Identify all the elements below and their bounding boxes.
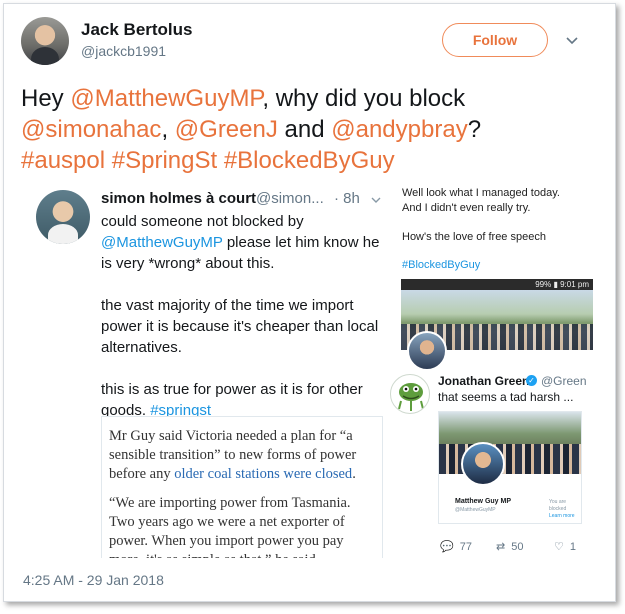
retweet-count: 50 — [511, 541, 524, 553]
tweet-text-segment: , why did you block — [262, 85, 466, 112]
mention-matthewguymp[interactable]: @MatthewGuyMP — [70, 85, 262, 112]
quoted-author-handle: @simon... — [256, 190, 324, 207]
article-text: . — [352, 466, 356, 482]
quoted-paragraph: this is as true for power as it is for o… — [101, 379, 383, 421]
quoted-timestamp: · 8h — [334, 190, 360, 207]
retweet-action: ⇄ 50 — [496, 540, 523, 553]
reply-action: 💬 77 — [440, 540, 472, 553]
tweet-text-segment: , — [161, 116, 175, 143]
reply-avatar — [390, 374, 430, 414]
mention-simonahac[interactable]: @simonahac — [21, 116, 161, 143]
screenshot-hashtag: #BlockedByGuy — [402, 259, 481, 271]
quoted-text: this is as true for power as it is for o… — [101, 381, 363, 419]
hashtag-blockedbyguy[interactable]: #BlockedByGuy — [224, 147, 395, 174]
card-learn-more: Learn more — [549, 513, 575, 519]
card-blocked-line: You are blocked — [549, 499, 567, 512]
article-link: older coal stations were closed — [174, 466, 353, 482]
verified-icon: ✓ — [526, 375, 537, 386]
quoted-paragraph: could someone not blocked by @MatthewGuyM… — [101, 211, 383, 274]
hashtag-springst[interactable]: #SpringSt — [112, 147, 217, 174]
quoted-avatar — [36, 190, 90, 244]
heart-icon: ♡ — [554, 541, 564, 553]
article-paragraph: Mr Guy said Victoria needed a plan for “… — [109, 427, 379, 484]
reply-icon: 💬 — [440, 541, 454, 553]
article-paragraph: “We are importing power from Tasmania. T… — [109, 495, 351, 558]
quoted-mention: @MatthewGuyMP — [101, 234, 223, 251]
screenshot-text: Well look what I managed today. And I di… — [402, 186, 592, 216]
like-count: 1 — [569, 541, 576, 553]
author-handle[interactable]: @jackcb1991 — [81, 43, 166, 59]
screenshot-line: Well look what I managed today. — [402, 187, 560, 199]
quoted-text: could someone not blocked by — [101, 213, 304, 230]
tweet-timestamp[interactable]: 4:25 AM - 29 Jan 2018 — [23, 572, 164, 588]
article-excerpt: Mr Guy said Victoria needed a plan for “… — [101, 416, 383, 558]
phone-status-bar: 99% ▮ 9:01 pm — [401, 279, 593, 290]
retweet-icon: ⇄ — [496, 541, 506, 553]
tweet-text-segment: and — [277, 116, 332, 143]
author-avatar[interactable] — [21, 17, 69, 65]
author-name[interactable]: Jack Bertolus — [81, 20, 193, 40]
tweet-text: Hey @MatthewGuyMP, why did you block @si… — [21, 83, 581, 176]
tweet-text-segment: ? — [467, 116, 482, 143]
mention-greenj[interactable]: @GreenJ — [175, 116, 278, 143]
reply-author-name: Jonathan Green — [438, 374, 530, 388]
hashtag-auspol[interactable]: #auspol — [21, 147, 105, 174]
screenshot-line: And I didn't even really try. — [402, 202, 531, 214]
card-handle: @MatthewGuyMP — [455, 507, 496, 513]
tweet-text-segment: Hey — [21, 85, 71, 112]
chevron-down-icon[interactable] — [564, 32, 580, 48]
quoted-author-name: simon holmes à court — [101, 190, 257, 207]
profile-avatar — [407, 331, 447, 371]
quoted-body: could someone not blocked by @MatthewGuyM… — [101, 211, 383, 442]
reply-count: 77 — [459, 541, 472, 553]
screenshot-line: How's the love of free speech — [402, 231, 546, 243]
like-action: ♡ 1 — [554, 540, 576, 553]
card-name: Matthew Guy MP — [455, 498, 512, 505]
reply-author-handle: @Green — [541, 374, 587, 388]
follow-button[interactable]: Follow — [442, 23, 548, 57]
reply-profile-card: Matthew Guy MP @MatthewGuyMP You are blo… — [438, 411, 582, 524]
profile-avatar — [461, 442, 505, 486]
mention-andypbray[interactable]: @andypbray — [331, 116, 467, 143]
reply-text: that seems a tad harsh ... — [438, 390, 574, 404]
card-blocked-text: You are blocked Learn more — [549, 499, 581, 520]
chevron-down-icon — [371, 197, 381, 203]
quoted-paragraph: the vast majority of the time we import … — [101, 297, 379, 356]
